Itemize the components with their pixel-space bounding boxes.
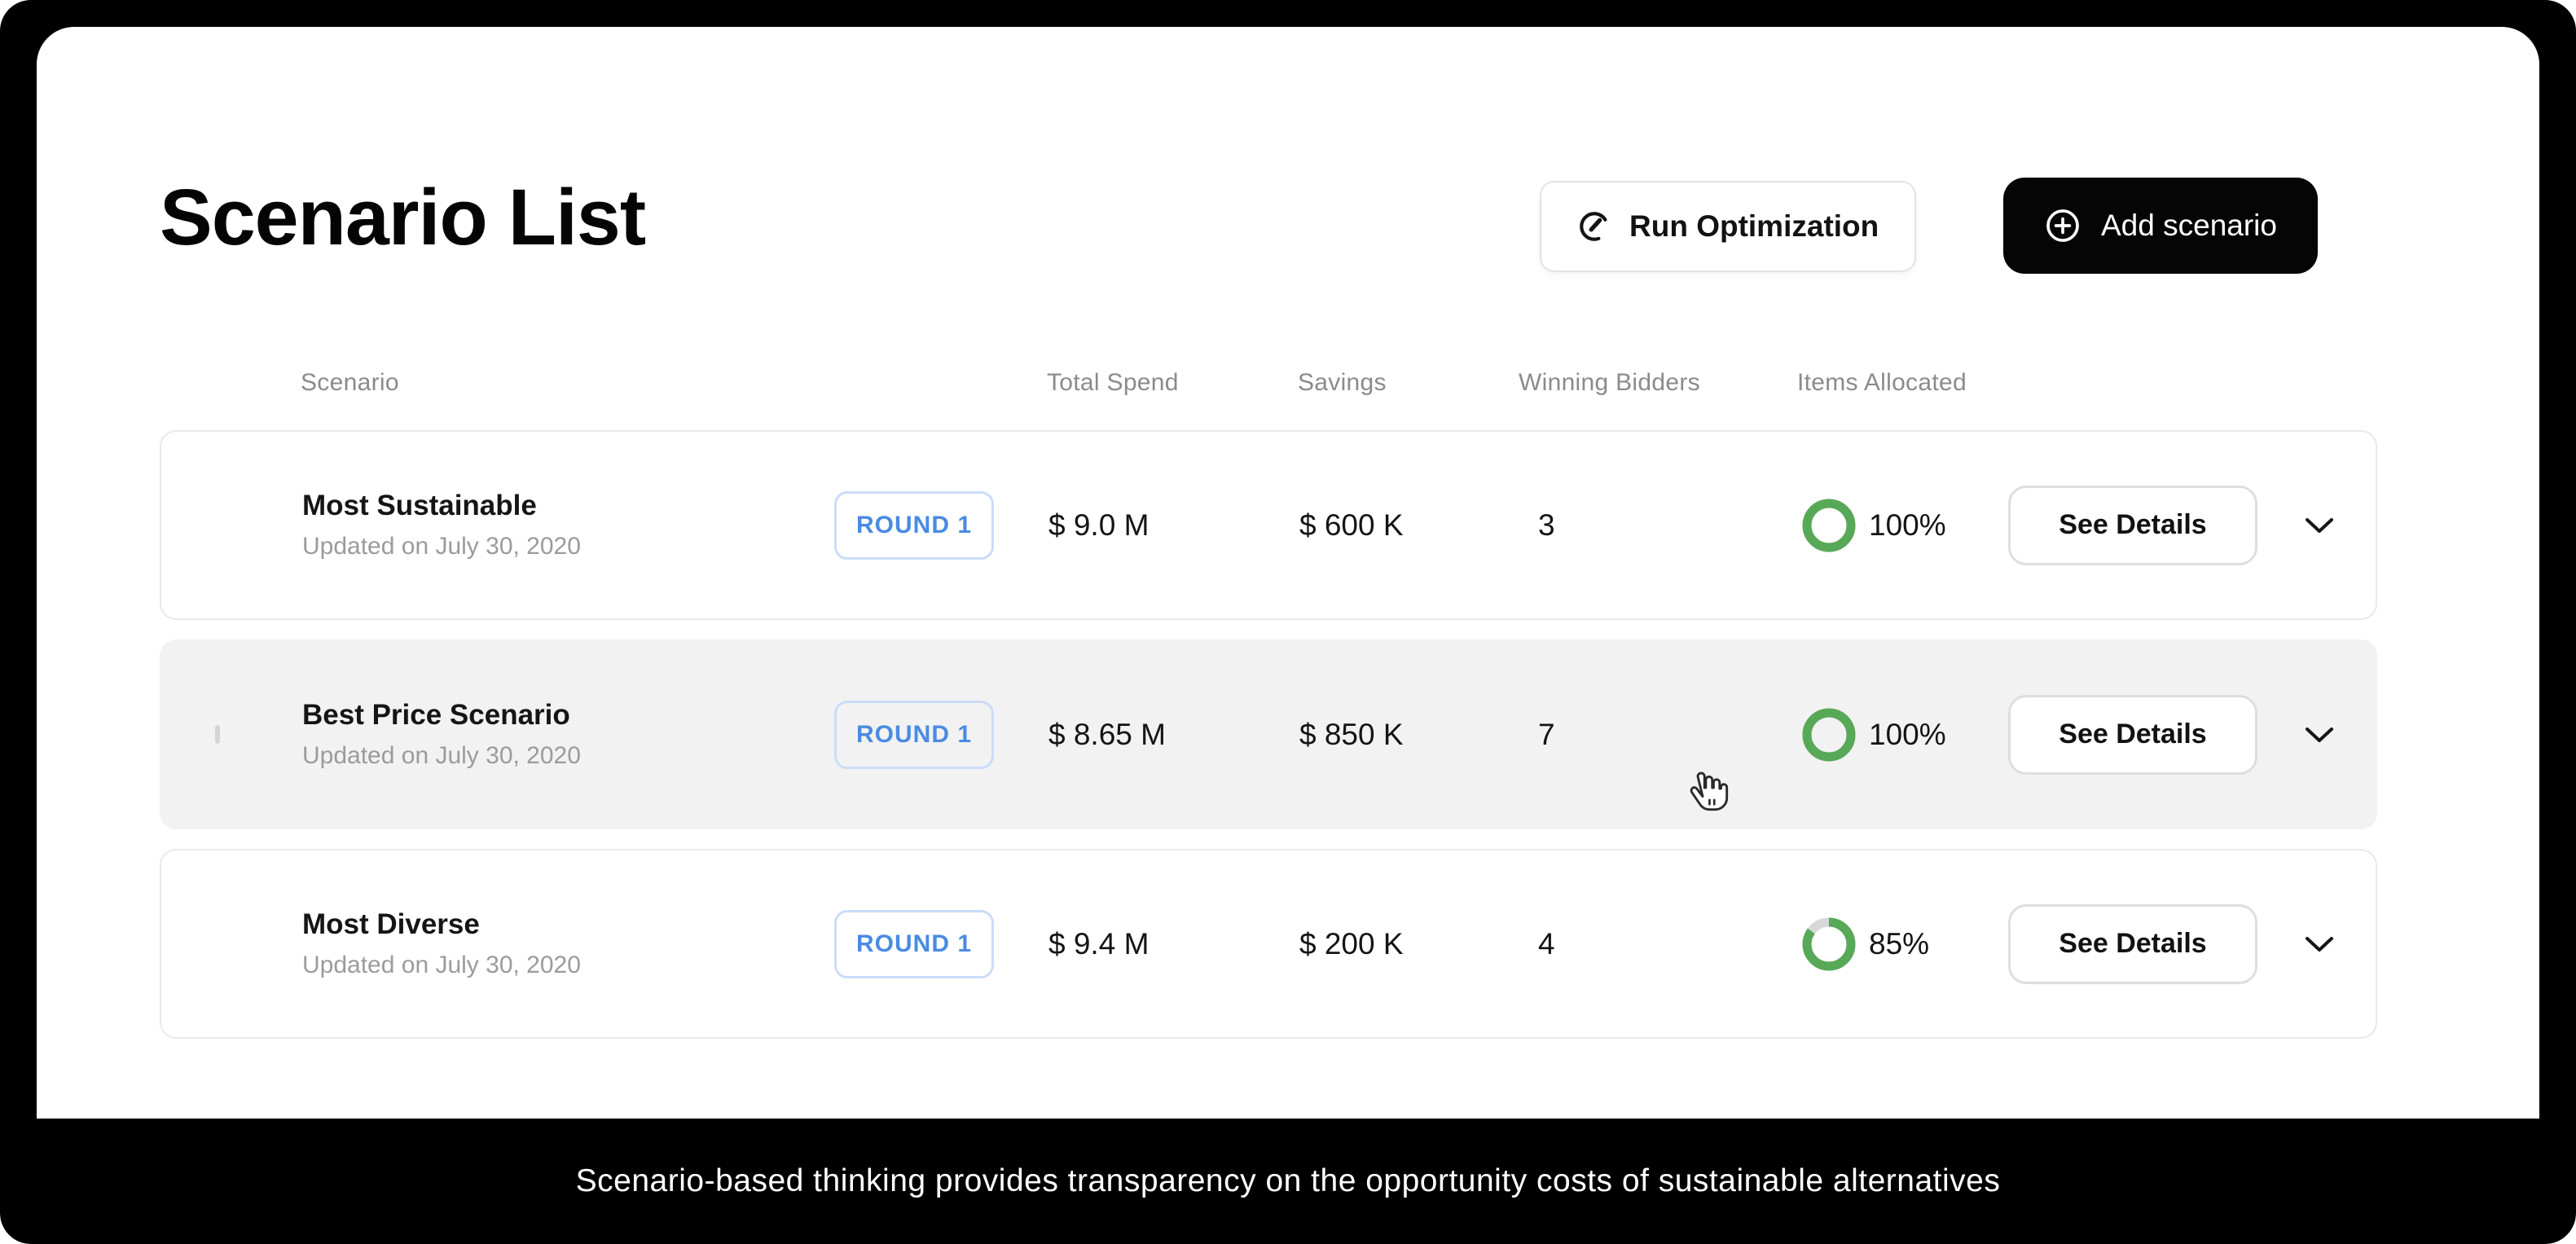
savings-value: $ 850 K — [1299, 718, 1404, 751]
total-spend-value: $ 8.65 M — [1048, 718, 1166, 751]
add-scenario-button[interactable]: Add scenario — [2003, 178, 2318, 274]
chevron-down-icon[interactable] — [2305, 517, 2334, 534]
column-header-scenario: Scenario — [301, 369, 399, 397]
scenario-list-panel: Scenario List Run Optimization Add scena… — [37, 27, 2539, 1119]
winning-bidders-value: 7 — [1538, 718, 1555, 751]
scenario-updated-date: Updated on July 30, 2020 — [302, 742, 834, 770]
savings-value: $ 600 K — [1299, 508, 1404, 542]
scenario-name: Best Price Scenario — [302, 699, 834, 732]
scenario-cards: Most Sustainable Updated on July 30, 202… — [160, 430, 2377, 1058]
see-details-button[interactable]: See Details — [2008, 695, 2257, 775]
gauge-icon — [1577, 209, 1611, 244]
scenario-name: Most Sustainable — [302, 490, 834, 522]
items-allocated-percent: 100% — [1869, 718, 1946, 752]
column-header-items-allocated: Items Allocated — [1797, 369, 1967, 397]
scenario-updated-date: Updated on July 30, 2020 — [302, 533, 834, 560]
winning-bidders-value: 3 — [1538, 508, 1555, 542]
caption-text: Scenario-based thinking provides transpa… — [576, 1163, 2001, 1199]
round-badge: ROUND 1 — [834, 701, 994, 769]
column-header-total-spend: Total Spend — [1047, 369, 1179, 397]
see-details-button[interactable]: See Details — [2008, 904, 2257, 984]
caption-bar: Scenario-based thinking provides transpa… — [0, 1119, 2576, 1244]
allocation-ring-icon — [1802, 708, 1856, 762]
see-details-button[interactable]: See Details — [2008, 486, 2257, 565]
round-badge: ROUND 1 — [834, 491, 994, 560]
column-header-winning-bidders: Winning Bidders — [1519, 369, 1700, 397]
items-allocated-percent: 100% — [1869, 508, 1946, 543]
total-spend-value: $ 9.4 M — [1048, 927, 1149, 960]
run-optimization-button[interactable]: Run Optimization — [1540, 181, 1916, 272]
allocation-ring-icon — [1802, 499, 1856, 552]
chevron-down-icon[interactable] — [2305, 726, 2334, 744]
total-spend-value: $ 9.0 M — [1048, 508, 1149, 542]
round-badge: ROUND 1 — [834, 910, 994, 978]
scenario-row[interactable]: Best Price Scenario Updated on July 30, … — [160, 640, 2377, 829]
scenario-name: Most Diverse — [302, 908, 834, 941]
row-checkbox[interactable] — [215, 725, 220, 744]
allocation-ring-icon — [1802, 917, 1856, 971]
chevron-down-icon[interactable] — [2305, 935, 2334, 953]
run-optimization-label: Run Optimization — [1629, 209, 1879, 244]
plus-circle-icon — [2044, 207, 2081, 244]
winning-bidders-value: 4 — [1538, 927, 1555, 960]
column-header-savings: Savings — [1298, 369, 1387, 397]
add-scenario-label: Add scenario — [2101, 209, 2277, 243]
scenario-updated-date: Updated on July 30, 2020 — [302, 952, 834, 979]
items-allocated-percent: 85% — [1869, 927, 1929, 961]
scenario-row[interactable]: Most Sustainable Updated on July 30, 202… — [160, 430, 2377, 620]
savings-value: $ 200 K — [1299, 927, 1404, 960]
page-title: Scenario List — [160, 170, 645, 265]
screenshot-frame: Scenario List Run Optimization Add scena… — [0, 0, 2576, 1244]
scenario-row[interactable]: Most Diverse Updated on July 30, 2020 RO… — [160, 849, 2377, 1039]
